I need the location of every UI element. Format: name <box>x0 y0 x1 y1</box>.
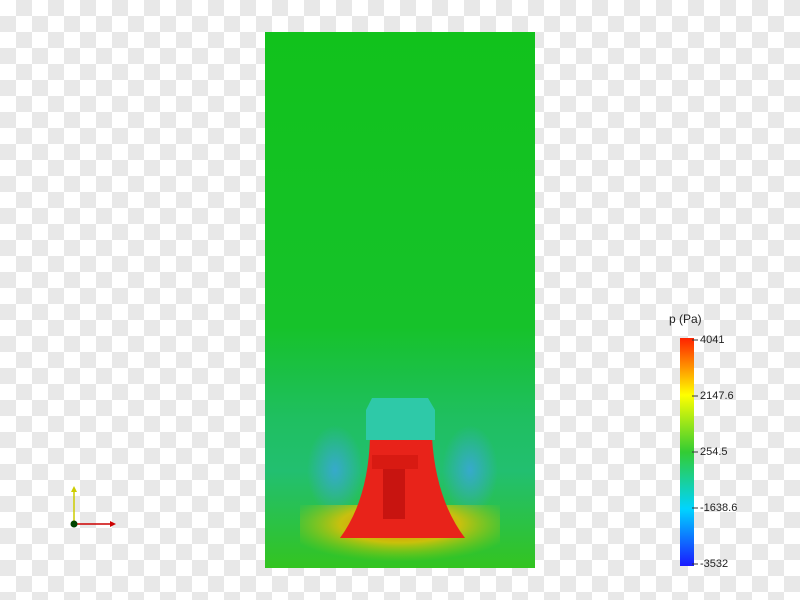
scalar-bar-tick-label: 2147.6 <box>700 390 734 402</box>
z-axis-origin <box>70 520 78 528</box>
scalar-bar[interactable] <box>680 338 698 566</box>
nozzle-flange <box>372 455 418 469</box>
scalar-bar-tick-label: 254.5 <box>700 446 728 458</box>
low-pressure-right <box>442 425 498 515</box>
y-axis-arrowhead <box>71 486 77 492</box>
nozzle-stem <box>383 463 405 519</box>
colormap-bar <box>680 338 694 566</box>
scalar-bar-tick-label: -3532 <box>700 558 729 570</box>
scalar-bar-tick-label: 4041 <box>700 334 725 346</box>
orientation-axes <box>70 486 116 528</box>
nozzle-cap <box>366 398 435 440</box>
scalar-bar-tick-label: -1638.6 <box>700 501 738 514</box>
render-viewport[interactable] <box>0 0 800 600</box>
pressure-field <box>265 32 535 568</box>
low-pressure-left <box>307 425 363 515</box>
x-axis-arrowhead <box>110 521 116 527</box>
scalar-bar-title: p (Pa) <box>669 312 702 326</box>
